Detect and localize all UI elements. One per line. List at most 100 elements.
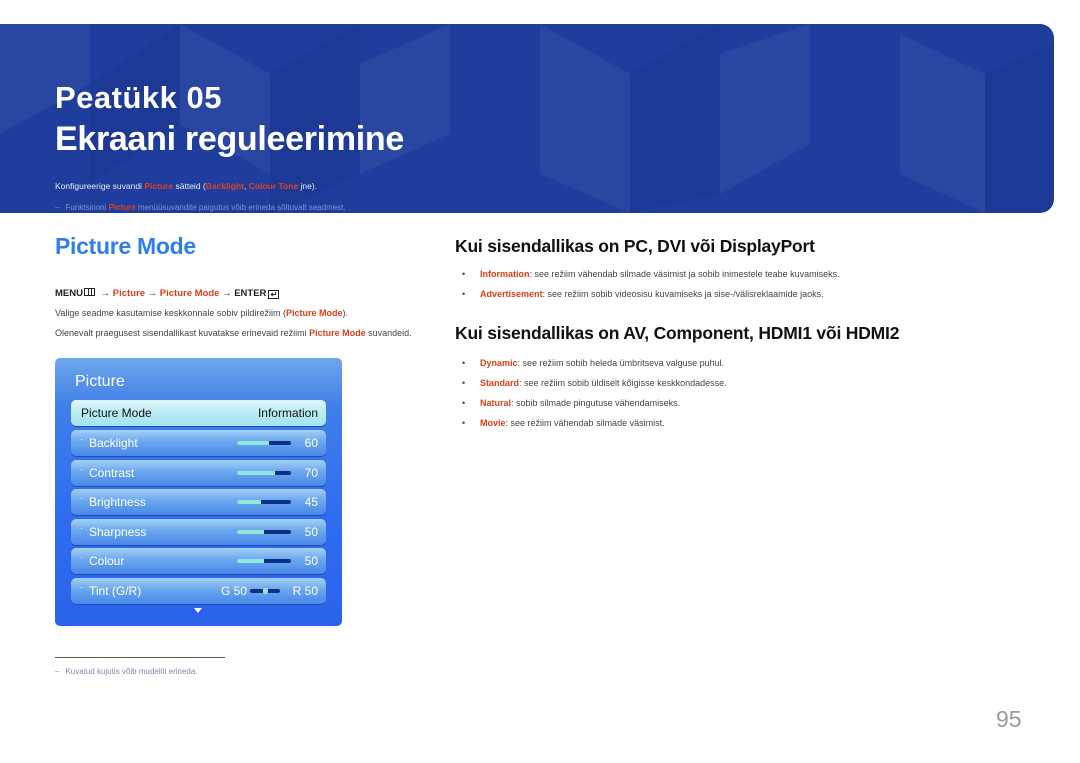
note-text: Funktsiooni [65,203,109,212]
picture-osd-menu: Picture Picture Mode Information · Backl… [55,358,342,626]
osd-item-value: 50 [304,525,318,539]
para-term: Picture Mode [309,328,366,338]
osd-item-value: 50 [304,554,318,568]
para-text: Valige seadme kasutamise keskkonnale sob… [55,308,286,318]
para-text: ). [342,308,348,318]
slider-fill [237,500,262,504]
bullet-icon: • [462,289,466,299]
sharpness-slider[interactable] [237,530,291,534]
bullet-icon: • [462,358,466,368]
intro-term-backlight: Backlight [205,181,245,191]
para-text: Olenevalt praegusest sisendallikast kuva… [55,328,310,338]
bullet-icon: · [80,523,83,533]
mode-description: : sobib silmade pingutuse vähendamiseks. [511,398,681,408]
menu-path: MENU → Picture → Picture Mode → ENTER ↵ [55,288,280,299]
arrow-icon: → [100,288,111,299]
osd-item-brightness[interactable]: · Brightness 45 [71,489,326,515]
chapter-title: Ekraani reguleerimine [55,120,404,158]
list-item: • Standard: see režiim sobib üldiselt kõi… [462,377,727,397]
bullet-icon: · [80,552,83,562]
osd-item-picture-mode[interactable]: Picture Mode Information [71,400,326,426]
mode-term: Dynamic [480,358,518,368]
banner-intro: Konfigureerige suvandi Picture sätteid (… [55,181,317,191]
dash-icon: – [55,203,60,212]
banner-note: – Funktsiooni Picture menüüsuvandite paig… [55,203,346,212]
osd-item-value: 70 [304,466,318,480]
backlight-slider[interactable] [237,441,291,445]
mode-term: Natural [480,398,512,408]
slider-fill [237,559,264,563]
bullet-icon: · [80,464,83,474]
footnote: – Kuvatud kujutis võib mudeliti erineda. [55,667,198,676]
osd-item-backlight[interactable]: · Backlight 60 [71,430,326,456]
osd-item-label: Colour [89,554,125,568]
menu-icon [83,288,95,296]
colour-slider[interactable] [237,559,291,563]
note-text: menüüsuvandite paigutus võib erineda sõl… [135,203,346,212]
para-text: suvandeid. [365,328,412,338]
osd-item-label: Sharpness [89,525,147,539]
osd-item-tint[interactable]: · Tint (G/R) G 50 R 50 [71,578,326,604]
description-paragraph-2: Olenevalt praegusest sisendallikast kuva… [55,327,415,340]
list-item: • Natural: sobib silmade pingutuse vähend… [462,397,727,417]
intro-text: sätteid ( [173,181,206,191]
brightness-slider[interactable] [237,500,291,504]
mode-description: : see režiim sobib heleda ümbritseva val… [517,358,725,368]
bullet-icon: · [80,582,83,592]
arrow-icon: → [222,288,232,299]
intro-term-picture: Picture [144,181,174,191]
bullet-icon: · [80,493,83,503]
av-source-heading: Kui sisendallikas on AV, Component, HDMI… [455,323,900,343]
list-item: • Dynamic: see režiim sobib heleda ümbrit… [462,357,727,377]
osd-item-label: Tint (G/R) [89,584,142,598]
intro-text: Konfigureerige suvandi [55,181,145,191]
osd-item-label: Contrast [89,466,135,480]
chevron-down-icon[interactable] [194,608,202,613]
pc-mode-list: • Information: see režiim vähendab silmad… [462,268,840,308]
dash-icon: – [55,667,60,676]
osd-item-label: Backlight [89,436,138,450]
enter-label: ENTER [234,288,267,299]
mode-term: Advertisement [480,289,543,299]
footnote-divider [55,657,225,658]
bullet-icon: • [462,418,466,428]
enter-icon: ↵ [268,290,280,299]
pc-source-heading: Kui sisendallikas on PC, DVI või Display… [455,236,815,256]
tint-slider-knob[interactable] [263,588,268,594]
tint-slider[interactable] [250,588,280,594]
list-item: • Information: see režiim vähendab silmad… [462,268,840,288]
menu-label: MENU [55,288,83,299]
bullet-icon: • [462,378,466,388]
mode-description: : see režiim vähendab silmade väsimist. [505,418,665,428]
tint-red-value: R 50 [292,584,318,598]
bullet-icon: • [462,269,466,279]
mode-description: : see režiim sobib üldiselt kõigisse kes… [519,378,727,388]
menu-step-picture: Picture [112,288,145,299]
note-term-picture: Picture [108,203,136,212]
osd-item-colour[interactable]: · Colour 50 [71,548,326,574]
osd-item-contrast[interactable]: · Contrast 70 [71,460,326,486]
osd-item-label: Picture Mode [81,406,152,420]
mode-description: : see režiim vähendab silmade väsimist j… [529,269,840,279]
page-number: 95 [996,706,1022,732]
osd-item-sharpness[interactable]: · Sharpness 50 [71,519,326,545]
contrast-slider[interactable] [237,471,291,475]
bullet-icon: • [462,398,466,408]
osd-item-value: 45 [304,495,318,509]
mode-term: Information [480,269,530,279]
av-mode-list: • Dynamic: see režiim sobib heleda ümbrit… [462,357,727,437]
section-title: Picture Mode [55,233,196,259]
tint-green-value: G 50 [221,584,248,598]
slider-fill [237,441,270,445]
description-paragraph-1: Valige seadme kasutamise keskkonnale sob… [55,307,415,320]
osd-item-label: Brightness [89,495,146,509]
mode-term: Movie [480,418,506,428]
list-item: • Advertisement: see režiim sobib videosi… [462,288,840,308]
list-item: • Movie: see režiim vähendab silmade väsi… [462,417,727,437]
osd-title: Picture [75,373,125,390]
osd-item-value: Information [257,406,318,420]
slider-fill [237,471,275,475]
mode-description: : see režiim sobib videosisu kuvamiseks … [542,289,824,299]
bullet-icon: · [80,434,83,444]
osd-item-value: 60 [304,436,318,450]
